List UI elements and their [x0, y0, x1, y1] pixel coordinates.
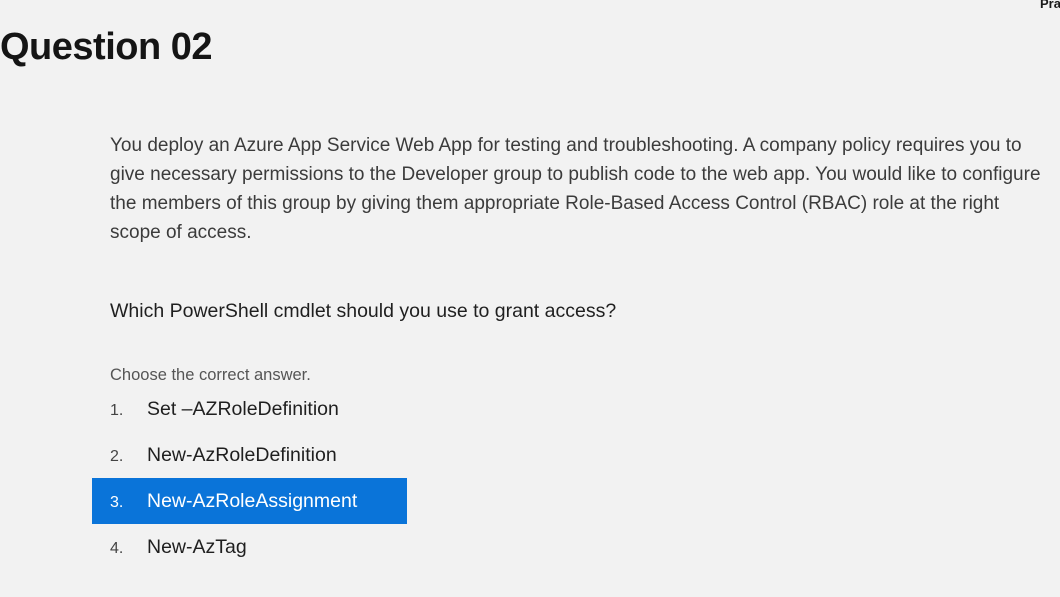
question-prompt: Which PowerShell cmdlet should you use t… — [110, 300, 617, 322]
answer-option-text: New-AzTag — [147, 536, 247, 558]
answer-option-number: 4. — [110, 540, 124, 557]
answer-option-number: 2. — [110, 448, 124, 465]
answer-option-text: Set –AZRoleDefinition — [147, 398, 339, 420]
answer-option-number: 1. — [110, 402, 124, 419]
answer-option-4[interactable]: 4. New-AzTag — [92, 524, 407, 570]
question-scenario: You deploy an Azure App Service Web App … — [110, 135, 1041, 243]
answer-instruction: Choose the correct answer. — [110, 366, 311, 384]
answer-option-text: New-AzRoleDefinition — [147, 444, 337, 466]
answer-option-text: New-AzRoleAssignment — [147, 490, 358, 512]
answer-option-number: 3. — [110, 494, 124, 511]
answer-options-list: 1. Set –AZRoleDefinition 2. New-AzRoleDefi… — [92, 386, 412, 570]
answer-option-3[interactable]: 3. New-AzRoleAssignment — [92, 478, 407, 524]
corner-label: Pra — [1040, 0, 1060, 11]
page-title: Question 02 — [0, 26, 213, 69]
answer-option-1[interactable]: 1. Set –AZRoleDefinition — [92, 386, 407, 432]
answer-option-2[interactable]: 2. New-AzRoleDefinition — [92, 432, 407, 478]
